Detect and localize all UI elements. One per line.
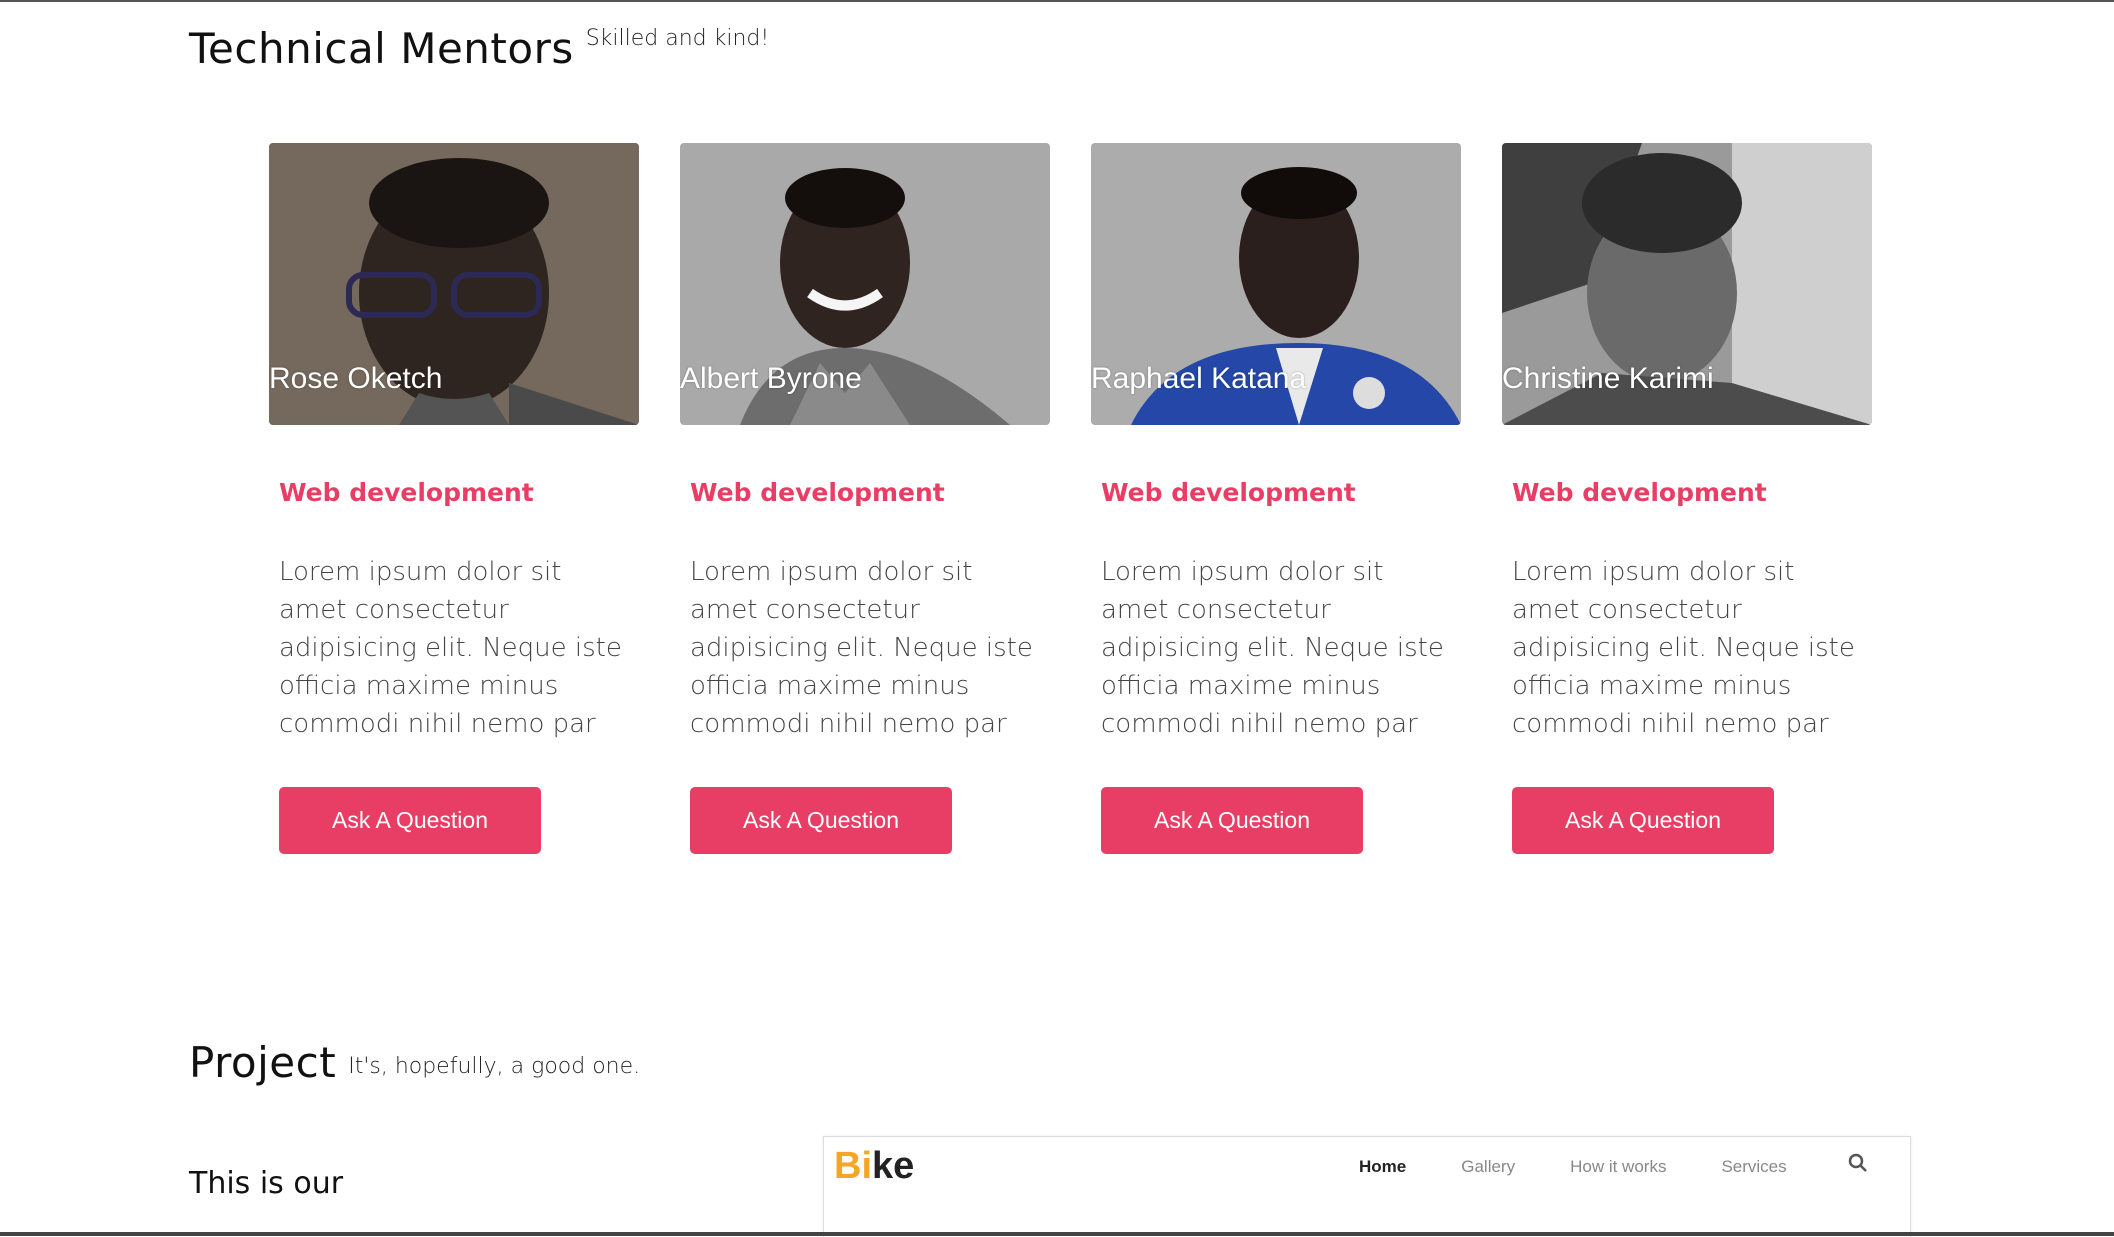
mentor-card: Rose Oketch Web development Lorem ipsum … [269,143,639,854]
mentor-photo: Albert Byrone [680,143,1050,425]
mentor-photo: Raphael Katana [1091,143,1461,425]
ask-question-button[interactable]: Ask A Question [1101,787,1363,854]
project-preview: Bike Home Gallery How it works Services [823,1136,1911,1237]
preview-nav-services[interactable]: Services [1721,1157,1786,1177]
mentor-cards: Rose Oketch Web development Lorem ipsum … [269,143,1872,854]
mentor-description: Lorem ipsum dolor sit amet consectetur a… [690,557,1033,739]
project-section-heading: Project It's, hopefully, a good one. [189,1034,640,1092]
mentor-role: Web development [1512,478,1767,507]
mentor-name: Albert Byrone [680,362,862,395]
search-icon[interactable] [1848,1153,1868,1177]
mentor-role: Web development [279,478,534,507]
mentor-role: Web development [1101,478,1356,507]
mentor-role: Web development [690,478,945,507]
top-border [0,0,2114,2]
mentors-subtitle: Skilled and kind! [585,26,770,51]
preview-nav-how-it-works[interactable]: How it works [1570,1157,1666,1177]
mentor-name: Raphael Katana [1091,362,1307,395]
mentors-title: Technical Mentors [189,20,574,78]
preview-logo-accent: Bi [834,1145,872,1187]
preview-nav-home[interactable]: Home [1359,1157,1406,1177]
mentor-photo: Christine Karimi [1502,143,1872,425]
preview-nav: Home Gallery How it works Services [1359,1157,1787,1177]
mentor-card: Albert Byrone Web development Lorem ipsu… [680,143,1050,854]
project-intro: This is our [189,1166,344,1201]
mentor-description: Lorem ipsum dolor sit amet consectetur a… [1101,557,1444,739]
mentor-photo: Rose Oketch [269,143,639,425]
mentors-section-heading: Technical Mentors Skilled and kind! [189,20,769,78]
mentor-card: Christine Karimi Web development Lorem i… [1502,143,1872,854]
mentor-card: Raphael Katana Web development Lorem ips… [1091,143,1461,854]
preview-logo[interactable]: Bike [834,1145,914,1188]
preview-nav-gallery[interactable]: Gallery [1461,1157,1515,1177]
ask-question-button[interactable]: Ask A Question [1512,787,1774,854]
project-title: Project [189,1034,336,1092]
project-subtitle: It's, hopefully, a good one. [348,1054,641,1079]
mentor-name: Rose Oketch [269,362,443,395]
preview-logo-rest: ke [872,1145,915,1187]
bottom-border [0,1232,2114,1236]
ask-question-button[interactable]: Ask A Question [690,787,952,854]
mentor-description: Lorem ipsum dolor sit amet consectetur a… [1512,557,1855,739]
ask-question-button[interactable]: Ask A Question [279,787,541,854]
mentor-description: Lorem ipsum dolor sit amet consectetur a… [279,557,622,739]
mentor-name: Christine Karimi [1502,362,1714,395]
